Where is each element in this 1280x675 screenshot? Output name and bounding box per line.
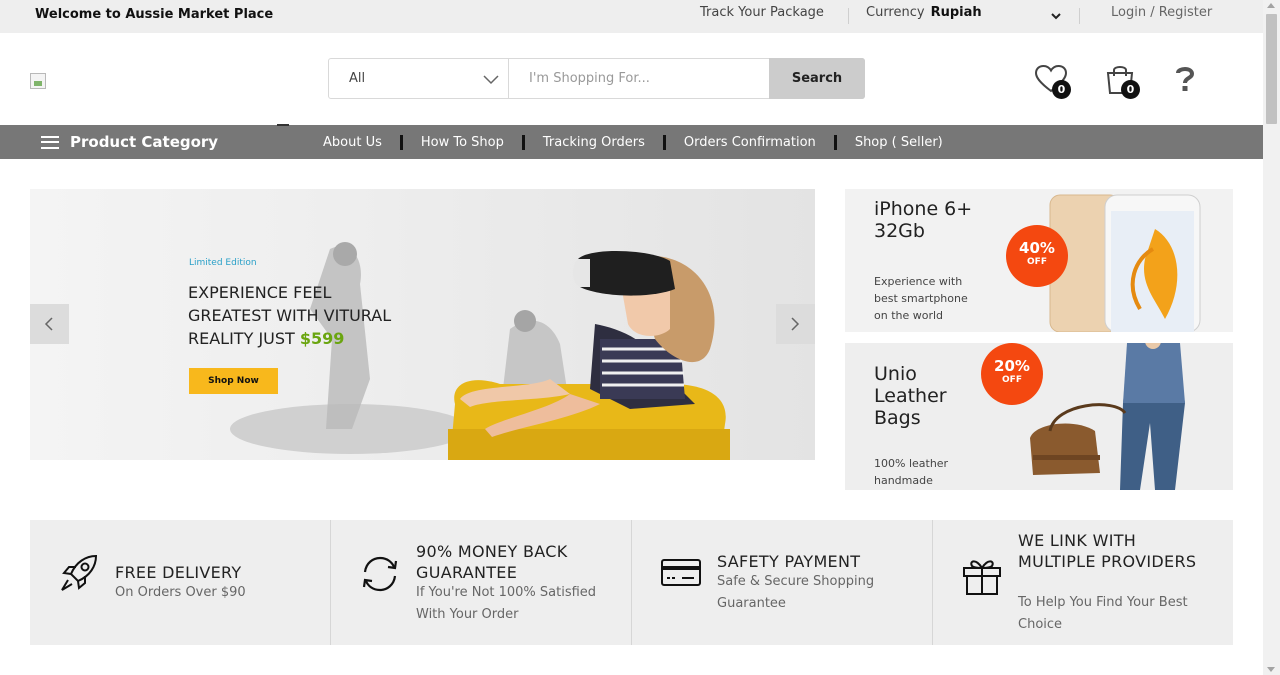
nav-link-about-us[interactable]: About Us [323,135,382,150]
search-input[interactable] [510,59,770,98]
banner-title-line-2: 32Gb [874,220,925,242]
discount-off: OFF [1002,375,1022,385]
headline-line-3: REALITY JUST [188,329,295,348]
nav-divider [521,134,525,150]
banner-title-line-1: Unio [874,363,917,385]
banner-desc-line-1: 100% leather [874,457,949,470]
slider-prev-button[interactable] [30,304,69,344]
nav-links: About Us How To Shop Tracking Orders Ord… [323,125,943,159]
scroll-down-arrow[interactable] [1267,667,1275,672]
discount-badge: 20% OFF [981,343,1043,405]
nav-link-orders-confirmation[interactable]: Orders Confirmation [684,135,816,150]
slider-tag: Limited Edition [189,258,257,268]
main-navigation: Product Category About Us How To Shop Tr… [0,124,1263,159]
banner-description: 100% leather handmade [874,455,948,489]
slider-price: $599 [299,329,345,348]
discount-badge: 40% OFF [1006,225,1068,287]
iphone-promo-banner[interactable]: 40% OFF iPhone 6+ 32Gb Experience with b… [845,189,1233,332]
headline-line-1: EXPERIENCE FEEL [188,283,332,302]
nav-link-how-to-shop[interactable]: How To Shop [421,135,504,150]
credit-card-icon [661,559,701,586]
feature-title: WE LINK WITH MULTIPLE PROVIDERS [1018,531,1197,571]
leather-bags-promo-banner[interactable]: 20% OFF Unio Leather Bags 100% leather h… [845,343,1233,490]
scrollbar-thumb[interactable] [1266,14,1277,124]
feature-title: 90% MONEY BACK GUARANTEE [416,542,568,582]
nav-divider [399,134,403,150]
banner-title: Unio Leather Bags [874,363,947,429]
banner-desc-line-2: handmade [874,474,933,487]
page-scrollbar[interactable] [1263,0,1280,675]
feature-title: SAFETY PAYMENT [717,552,861,571]
nav-link-shop-seller[interactable]: Shop ( Seller) [855,135,943,150]
feature-safety-payment: SAFETY PAYMENT Safe & Secure Shopping Gu… [632,520,933,645]
banner-title-line-1: iPhone 6+ [874,198,973,220]
slider-headline: EXPERIENCE FEEL GREATEST WITH VITURAL RE… [188,281,448,350]
menu-marker [277,124,289,126]
banner-desc-line-1: Experience with [874,275,963,288]
gift-icon [963,560,1001,595]
banner-desc-line-3: on the world [874,309,944,322]
discount-off: OFF [1027,257,1047,267]
hero-slider: Limited Edition EXPERIENCE FEEL GREATEST… [30,189,815,460]
iphone-product-image [1049,194,1201,332]
top-bar: Welcome to Aussie Market Place Track You… [0,0,1263,33]
feature-money-back: 90% MONEY BACK GUARANTEE If You're Not 1… [331,520,632,645]
slider-next-button[interactable] [776,304,815,344]
feature-subtitle: On Orders Over $90 [115,585,246,600]
feature-free-delivery: FREE DELIVERY On Orders Over $90 [30,520,331,645]
search-category-value: All [349,71,366,86]
nav-divider [833,134,837,150]
banner-title: iPhone 6+ 32Gb [874,198,972,242]
divider [848,8,849,24]
chevron-down-icon[interactable] [1050,10,1062,22]
feature-multiple-providers: WE LINK WITH MULTIPLE PROVIDERS To Help … [933,520,1233,645]
currency-label: Currency [866,5,925,20]
product-category-label: Product Category [70,133,219,151]
feature-title: FREE DELIVERY [115,563,242,582]
feature-subtitle: To Help You Find Your Best Choice [1018,595,1188,632]
product-category-menu[interactable]: Product Category [41,125,218,159]
chevron-down-icon [483,75,499,85]
help-question-icon[interactable] [1174,66,1196,92]
search-button[interactable]: Search [769,58,865,99]
wishlist-count-badge: 0 [1052,80,1071,99]
currency-value: Rupiah [930,5,982,20]
refresh-icon [362,556,398,592]
hamburger-icon [41,135,59,149]
headline-line-2: GREATEST WITH VITURAL [188,306,392,325]
broken-logo-image[interactable] [30,73,46,89]
chevron-left-icon [44,317,53,331]
track-package-link[interactable]: Track Your Package [700,5,824,20]
currency-selector[interactable]: Currency Rupiah [866,5,982,20]
banner-title-line-3: Bags [874,407,921,429]
login-register-link[interactable]: Login / Register [1111,5,1212,20]
rocket-icon [61,554,98,591]
cart-count-badge: 0 [1121,80,1140,99]
shop-now-button[interactable]: Shop Now [189,368,278,394]
scroll-up-arrow[interactable] [1267,3,1275,8]
search-bar: All Search [328,58,865,99]
welcome-text: Welcome to Aussie Market Place [35,7,274,22]
divider [1079,8,1080,24]
feature-subtitle: If You're Not 100% Satisfied With Your O… [416,585,597,622]
discount-percent: 40% [1019,239,1055,257]
discount-percent: 20% [994,357,1030,375]
leather-bag-product-image [1030,343,1185,490]
feature-subtitle: Safe & Secure Shopping Guarantee [717,574,875,611]
nav-link-tracking-orders[interactable]: Tracking Orders [543,135,645,150]
banner-description: Experience with best smartphone on the w… [874,273,968,324]
search-category-select[interactable]: All [329,59,509,98]
banner-title-line-2: Leather [874,385,947,407]
nav-divider [662,134,666,150]
features-strip: FREE DELIVERY On Orders Over $90 90% MON… [30,520,1233,645]
banner-desc-line-2: best smartphone [874,292,968,305]
chevron-right-icon [791,317,800,331]
